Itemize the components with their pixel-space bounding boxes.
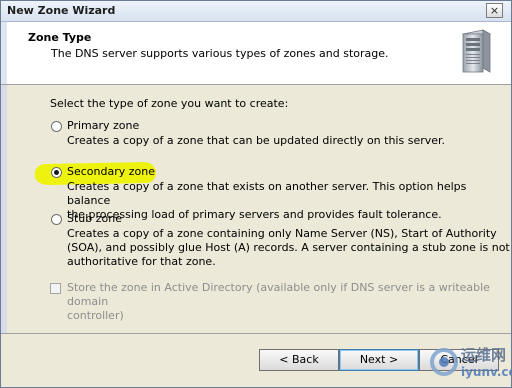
checkbox-label-line: Store the zone in Active Directory (avai… [67, 281, 490, 308]
checkbox-label-line: controller) [67, 309, 124, 322]
description-line: the processing load of primary servers a… [67, 208, 442, 221]
secondary-zone-radio[interactable] [51, 167, 62, 178]
new-zone-wizard-window: New Zone Wizard × Zone Type The DNS serv… [0, 0, 512, 388]
zone-type-prompt: Select the type of zone you want to crea… [50, 97, 289, 110]
header-left-strip [1, 22, 7, 84]
secondary-zone-label[interactable]: Secondary zone [67, 165, 155, 178]
store-in-ad-label: Store the zone in Active Directory (avai… [67, 281, 511, 323]
store-in-ad-checkbox[interactable] [50, 283, 61, 294]
stub-zone-radio[interactable] [51, 214, 62, 225]
page-subtitle: The DNS server supports various types of… [51, 47, 389, 60]
wizard-header: Zone Type The DNS server supports variou… [1, 22, 511, 85]
back-button[interactable]: < Back [259, 349, 339, 371]
next-button[interactable]: Next > [339, 349, 419, 371]
secondary-zone-description: Creates a copy of a zone that exists on … [67, 180, 511, 222]
primary-zone-label[interactable]: Primary zone [67, 119, 139, 132]
watermark-domain-text: iyunv.com [461, 365, 511, 379]
primary-zone-description: Creates a copy of a zone that can be upd… [67, 134, 445, 148]
description-line: Creates a copy of a zone containing only… [67, 227, 497, 240]
page-title: Zone Type [28, 31, 92, 44]
stub-zone-label[interactable]: Stub zone [67, 212, 122, 225]
primary-zone-radio[interactable] [51, 121, 62, 132]
title-bar[interactable]: New Zone Wizard × [1, 1, 511, 22]
server-tower-icon [461, 29, 492, 73]
description-line: authoritative for that zone. [67, 255, 216, 268]
stub-zone-description: Creates a copy of a zone containing only… [67, 227, 510, 269]
close-button[interactable]: × [486, 3, 503, 18]
description-line: Creates a copy of a zone that can be upd… [67, 134, 446, 147]
description-line: (SOA), and possibly glue Host (A) record… [67, 241, 510, 254]
description-line: Creates a copy of a zone that exists on … [67, 180, 467, 207]
watermark-cn-text: 运维网 [461, 346, 507, 364]
window-title: New Zone Wizard [7, 4, 116, 17]
site-watermark: 运维网 iyunv.com [429, 341, 511, 387]
watermark-logo-icon [430, 348, 458, 376]
